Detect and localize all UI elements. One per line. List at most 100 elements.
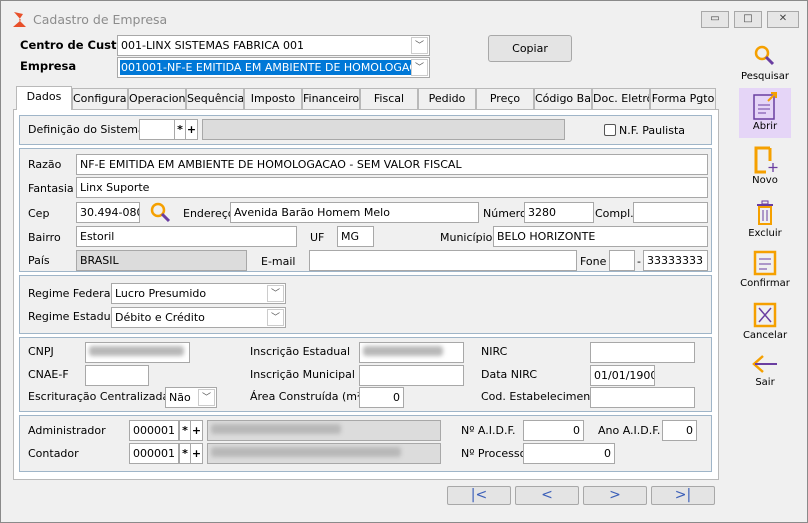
tab-pedido[interactable]: Pedido — [418, 88, 476, 110]
ano-aidf-input[interactable]: 0 — [662, 420, 697, 441]
centro-custo-select[interactable]: 001-LINX SISTEMAS FABRICA 001 ﹀ — [117, 35, 430, 56]
uf-label: UF — [310, 231, 325, 244]
tab-preco[interactable]: Preço — [476, 88, 534, 110]
tab-financeiro[interactable]: Financeiro — [302, 88, 360, 110]
window: Cadastro de Empresa ▭ □ ✕ Centro de Cust… — [0, 0, 808, 523]
endereco-label: Endereço — [183, 207, 235, 220]
regime-estadual-select[interactable]: Débito e Crédito ﹀ — [111, 307, 286, 328]
close-button[interactable]: ✕ — [767, 11, 799, 28]
tab-forma-pgto[interactable]: Forma Pgto — [650, 88, 716, 110]
tab-dados[interactable]: Dados — [16, 86, 72, 110]
aidf-label: Nº A.I.D.F. — [461, 424, 516, 437]
processo-label: Nº Processo — [461, 447, 527, 460]
endereco-input[interactable]: Avenida Barão Homem Melo — [230, 202, 479, 223]
contador-label: Contador — [28, 447, 79, 460]
cnpj-input[interactable] — [85, 342, 190, 363]
copiar-button[interactable]: Copiar — [488, 35, 572, 62]
definicao-input[interactable] — [139, 119, 175, 140]
uf-input[interactable]: MG — [337, 226, 374, 247]
cep-label: Cep — [28, 207, 50, 220]
previous-record-button[interactable]: < — [515, 486, 579, 505]
chevron-down-icon: ﹀ — [198, 389, 215, 406]
nf-paulista-checkbox[interactable] — [604, 124, 616, 136]
data-nirc-input[interactable]: 01/01/1900 — [590, 365, 655, 386]
add-button[interactable]: + — [190, 420, 203, 441]
regime-federal-select[interactable]: Lucro Presumido ﹀ — [111, 283, 286, 304]
area-input[interactable]: 0 — [359, 387, 404, 408]
regime-estadual-label: Regime Estadual — [28, 310, 121, 323]
tab-doc-eletronico[interactable]: Doc. Eletrô — [592, 88, 650, 110]
chevron-down-icon: ﹀ — [267, 285, 284, 302]
cod-estab-label: Cod. Estabelecimento — [481, 390, 602, 403]
confirmar-button[interactable]: Confirmar — [739, 248, 791, 289]
cod-estab-input[interactable] — [590, 387, 695, 408]
fone-separator: - — [637, 255, 641, 268]
pesquisar-label: Pesquisar — [741, 71, 789, 82]
contador-name — [207, 443, 441, 464]
search-icon[interactable] — [149, 201, 173, 225]
cancelar-button[interactable]: Cancelar — [739, 300, 791, 341]
trash-icon — [757, 200, 773, 225]
processo-input[interactable]: 0 — [523, 443, 615, 464]
bairro-input[interactable]: Estoril — [76, 226, 297, 247]
contador-code-input[interactable]: 000001 — [129, 443, 179, 464]
data-nirc-label: Data NIRC — [481, 368, 538, 381]
pais-label: País — [28, 254, 50, 267]
novo-button[interactable]: Novo — [739, 145, 791, 186]
tab-imposto[interactable]: Imposto — [244, 88, 302, 110]
minimize-button[interactable]: ▭ — [701, 11, 729, 28]
compl-label: Compl. — [595, 207, 634, 220]
fone-ddd-input[interactable] — [609, 250, 635, 271]
razao-input[interactable]: NF-E EMITIDA EM AMBIENTE DE HOMOLOGACAO … — [76, 154, 708, 175]
tab-codigo-barras[interactable]: Código Bar — [534, 88, 592, 110]
cnpj-label: CNPJ — [28, 345, 54, 358]
sair-label: Sair — [755, 377, 775, 388]
fantasia-input[interactable]: Linx Suporte — [76, 177, 708, 198]
ie-input[interactable] — [359, 342, 464, 363]
cnae-input[interactable] — [85, 365, 149, 386]
numero-input[interactable]: 3280 — [524, 202, 594, 223]
administrador-code-input[interactable]: 000001 — [129, 420, 179, 441]
compl-input[interactable] — [633, 202, 708, 223]
maximize-button[interactable]: □ — [734, 11, 762, 28]
cnae-label: CNAE-F — [28, 368, 69, 381]
fone-label: Fone — [580, 255, 607, 268]
cep-input[interactable]: 30.494-080 — [76, 202, 140, 223]
fone-input[interactable]: 33333333 — [643, 250, 708, 271]
tab-configuracao[interactable]: Configuraç — [72, 88, 128, 110]
confirmar-label: Confirmar — [740, 278, 790, 289]
tab-operacional[interactable]: Operaciona — [128, 88, 186, 110]
cancelar-label: Cancelar — [742, 330, 788, 341]
definicao-description — [202, 119, 565, 140]
nf-paulista-label: N.F. Paulista — [619, 124, 686, 137]
new-document-icon — [754, 146, 778, 174]
excluir-button[interactable]: Excluir — [739, 198, 791, 239]
sair-button[interactable]: Sair — [739, 351, 791, 388]
last-record-button[interactable]: >| — [651, 486, 715, 505]
next-record-button[interactable]: > — [583, 486, 647, 505]
municipio-input[interactable]: BELO HORIZONTE — [493, 226, 708, 247]
tab-fiscal[interactable]: Fiscal — [360, 88, 418, 110]
add-button[interactable]: + — [185, 119, 198, 140]
email-input[interactable] — [309, 250, 577, 271]
abrir-label: Abrir — [752, 121, 778, 132]
administrador-label: Administrador — [28, 424, 106, 437]
search-icon — [754, 45, 775, 66]
area-label: Área Construída (m²) — [250, 390, 366, 403]
empresa-label: Empresa — [20, 59, 77, 73]
definicao-label: Definição do Sistema — [28, 123, 145, 136]
pesquisar-button[interactable]: Pesquisar — [739, 41, 791, 82]
numero-label: Número — [483, 207, 527, 220]
abrir-button[interactable]: Abrir — [739, 88, 791, 138]
im-input[interactable] — [359, 365, 464, 386]
cancel-icon — [753, 302, 777, 328]
aidf-input[interactable]: 0 — [523, 420, 584, 441]
empresa-select[interactable]: 001001-NF-E EMITIDA EM AMBIENTE DE HOMOL… — [117, 57, 430, 78]
add-button[interactable]: + — [190, 443, 203, 464]
first-record-button[interactable]: |< — [447, 486, 511, 505]
ano-aidf-label: Ano A.I.D.F. — [598, 424, 661, 437]
nirc-input[interactable] — [590, 342, 695, 363]
regime-federal-label: Regime Federal — [28, 287, 114, 300]
tab-sequencia[interactable]: Sequência — [186, 88, 244, 110]
escrituracao-select[interactable]: Não ﹀ — [165, 387, 217, 408]
